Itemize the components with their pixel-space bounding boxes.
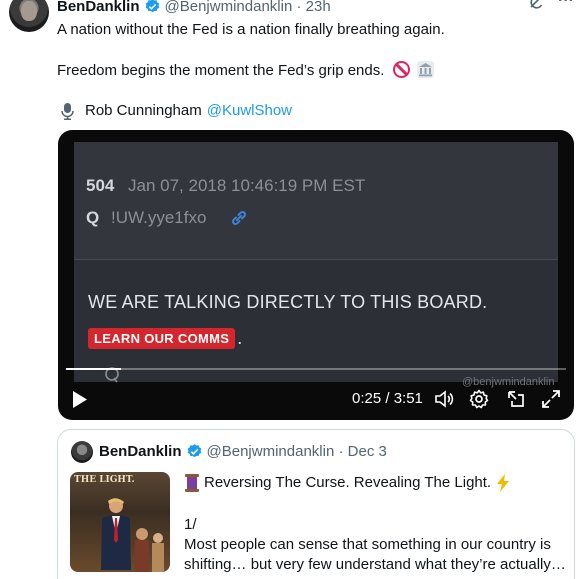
post-body: WE ARE TALKING DIRECTLY TO THIS BOARD. — [88, 292, 488, 312]
header-actions: ··· — [528, 0, 574, 11]
credit-mention[interactable]: @KuwlShow — [207, 101, 292, 121]
pip-icon[interactable] — [506, 389, 526, 409]
post-tripcode: !UW.yye1fxo — [111, 208, 207, 227]
credit-name: Rob Cunningham — [85, 102, 202, 119]
video-progress-bar[interactable] — [66, 368, 566, 370]
tweet[interactable]: BenDanklin @Benjwmindanklin · 23h ··· A … — [0, 0, 576, 579]
quoted-author-avatar[interactable] — [71, 441, 93, 463]
quoted-date[interactable]: Dec 3 — [348, 443, 387, 460]
settings-icon[interactable] — [469, 389, 489, 409]
tweet-header: BenDanklin @Benjwmindanklin · 23h — [57, 0, 331, 16]
bank-emoji — [416, 61, 434, 78]
video-progress-fill — [66, 368, 121, 370]
post-header-panel: 504 Jan 07, 2018 10:46:19 PM EST Q !UW.y… — [74, 142, 558, 260]
tweet-line-1: A nation without the Fed is a nation fin… — [57, 21, 445, 38]
author-name[interactable]: BenDanklin — [57, 0, 140, 15]
microphone-icon — [61, 102, 74, 120]
post-date: Jan 07, 2018 10:46:19 PM EST — [128, 176, 366, 195]
tweet-line-2-text: Freedom begins the moment the Fed’s grip… — [57, 62, 385, 79]
tweet-time[interactable]: 23h — [306, 0, 331, 15]
comms-period: . — [237, 328, 243, 348]
comms-badge: LEARN OUR COMMS — [88, 328, 236, 349]
lightning-emoji — [497, 474, 510, 492]
quoted-author-handle[interactable]: @Benjwmindanklin — [207, 443, 335, 460]
link-icon — [232, 211, 246, 225]
video-player[interactable]: 504 Jan 07, 2018 10:46:19 PM EST Q !UW.y… — [58, 130, 574, 420]
author-handle[interactable]: @Benjwmindanklin — [165, 0, 293, 15]
video-frame: 504 Jan 07, 2018 10:46:19 PM EST Q !UW.y… — [74, 142, 558, 388]
tweet-line-2: Freedom begins the moment the Fed’s grip… — [57, 61, 434, 81]
post-author: Q — [86, 208, 100, 227]
thumbnail-figure — [101, 498, 131, 570]
author-avatar[interactable] — [9, 0, 49, 32]
verified-icon — [145, 0, 159, 12]
grok-icon[interactable] — [528, 0, 544, 11]
quoted-author-name[interactable]: BenDanklin — [99, 443, 182, 460]
quoted-header: BenDanklin @Benjwmindanklin · Dec 3 — [99, 443, 387, 460]
comms-line: LEARN OUR COMMS . — [88, 328, 242, 349]
quoted-thumbnail[interactable]: THE LIGHT. — [70, 472, 170, 572]
play-icon[interactable] — [72, 391, 88, 408]
quoted-line-3: Most people can sense that something in … — [184, 536, 551, 553]
no-entry-emoji — [392, 61, 410, 78]
quoted-line-4: shifting… but very few understand what t… — [184, 556, 566, 573]
thumbnail-background-figures — [135, 528, 164, 572]
quoted-tweet[interactable]: BenDanklin @Benjwmindanklin · Dec 3 THE … — [57, 429, 575, 579]
quoted-line-1: Reversing The Curse. Revealing The Light… — [184, 473, 510, 493]
quoted-line-2: 1/ — [184, 516, 197, 533]
more-icon[interactable]: ··· — [558, 0, 574, 11]
dot-separator: · — [334, 443, 348, 460]
fullscreen-icon[interactable] — [541, 389, 561, 409]
video-time: 0:25 / 3:51 — [352, 390, 423, 407]
tweet-credit: Rob Cunningham @KuwlShow — [57, 101, 292, 121]
dot-separator: · — [292, 0, 306, 15]
quoted-line-1-text: Reversing The Curse. Revealing The Light… — [204, 474, 492, 491]
volume-icon[interactable] — [434, 389, 454, 409]
verified-icon — [187, 444, 201, 458]
video-controls: 0:25 / 3:51 — [58, 388, 574, 412]
thumbnail-title: THE LIGHT. — [74, 475, 135, 485]
post-number: 504 — [86, 176, 115, 195]
video-watermark: @benjwmindanklin — [462, 376, 555, 388]
thread-emoji — [185, 474, 199, 492]
